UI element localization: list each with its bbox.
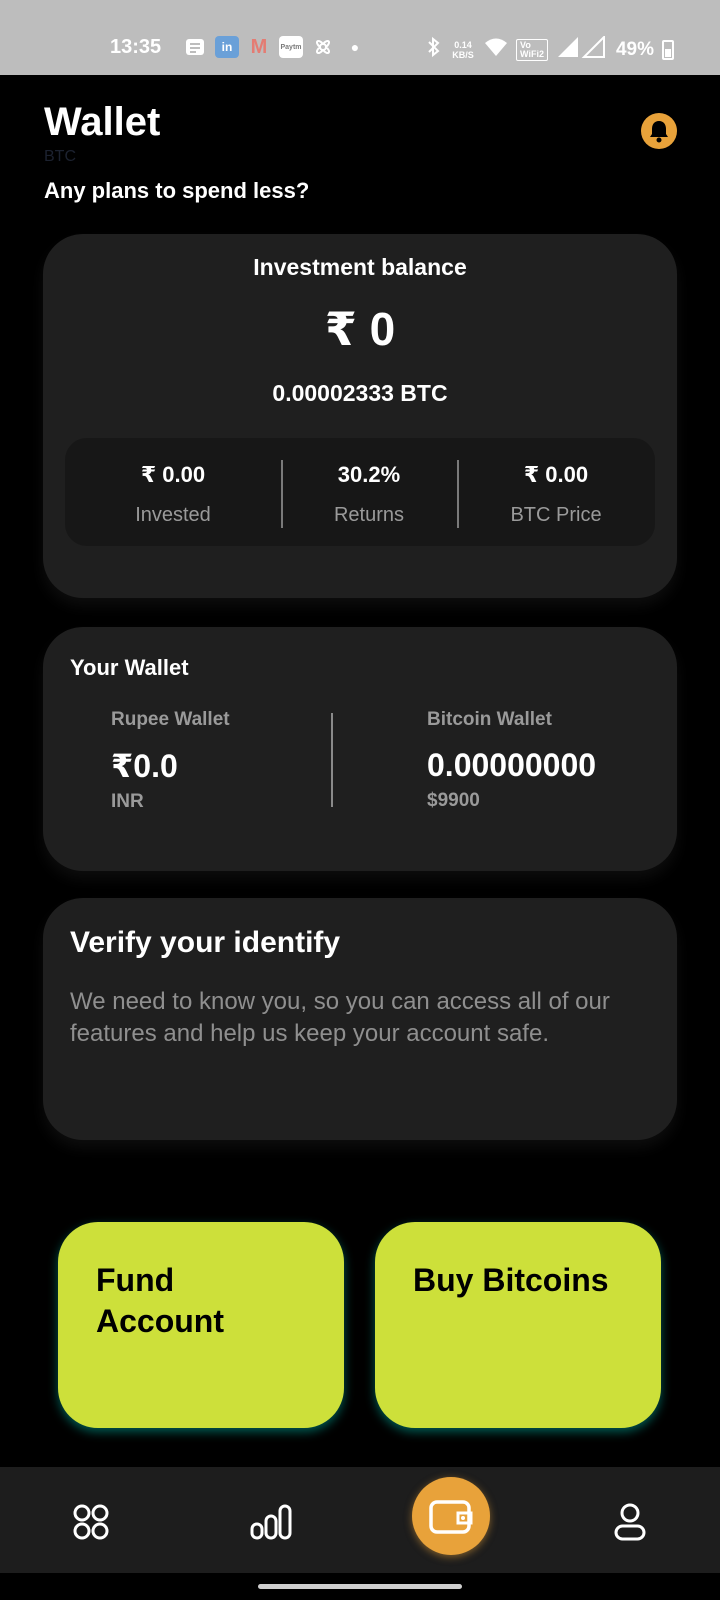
fund-account-label-line1: Fund — [96, 1262, 175, 1298]
nav-profile[interactable] — [605, 1497, 655, 1547]
stat-label: Returns — [333, 504, 405, 526]
stat-label: BTC Price — [510, 504, 602, 526]
buy-bitcoins-label: Buy Bitcoins — [413, 1262, 609, 1298]
volte-icon: Vo WiFi2 — [516, 39, 548, 61]
wallet-icon — [429, 1500, 473, 1534]
battery-icon — [662, 40, 674, 60]
bitcoin-wallet-usd: $9900 — [427, 790, 480, 811]
verify-title: Verify your identify — [70, 926, 341, 959]
messages-icon — [183, 36, 207, 58]
home-grid-icon — [73, 1504, 109, 1540]
paytm-icon: Paytm — [279, 36, 303, 58]
currency-code: BTC — [44, 148, 76, 165]
verify-identity-card[interactable]: Verify your identify We need to know you… — [43, 898, 677, 1140]
status-bar: 13:35 in M Paytm ● 0.14 KB/S Vo WiFi2 49% — [0, 0, 720, 75]
system-icons: 0.14 KB/S Vo WiFi2 49% — [426, 34, 674, 64]
fund-account-label-line2: Account — [96, 1303, 224, 1339]
home-indicator[interactable] — [258, 1584, 462, 1589]
linkedin-icon: in — [215, 36, 239, 58]
notification-bell-button[interactable] — [641, 113, 677, 149]
dot-icon: ● — [350, 39, 360, 55]
nav-home[interactable] — [66, 1497, 116, 1547]
stat-invested: ₹ 0.00 Invested — [65, 438, 281, 546]
balance-btc: 0.00002333 BTC — [272, 380, 448, 406]
investment-balance-card: Investment balance ₹ 0 0.00002333 BTC ₹ … — [43, 234, 677, 598]
bluetooth-icon — [426, 36, 442, 64]
fund-account-button[interactable]: Fund Account — [58, 1222, 344, 1428]
nav-wallet[interactable] — [412, 1477, 490, 1555]
rupee-wallet-label: Rupee Wallet — [111, 709, 230, 730]
nav-stats[interactable] — [246, 1497, 296, 1547]
bottom-navigation — [0, 1467, 720, 1573]
profile-icon — [614, 1503, 646, 1541]
bitcoin-wallet-value: 0.00000000 — [427, 747, 597, 783]
gmail-icon: M — [250, 35, 268, 58]
network-speed: 0.14 KB/S — [452, 40, 474, 60]
bitcoin-wallet-label: Bitcoin Wallet — [427, 709, 552, 730]
tagline: Any plans to spend less? — [44, 178, 310, 203]
balance-value: ₹ 0 — [324, 303, 396, 355]
your-wallet-card[interactable]: Your Wallet Rupee Wallet ₹0.0 INR Bitcoi… — [43, 627, 677, 871]
balance-stats: ₹ 0.00 Invested 30.2% Returns ₹ 0.00 BTC… — [65, 438, 655, 546]
wallet-divider — [331, 713, 333, 807]
notification-icons: in M Paytm ● — [183, 36, 367, 58]
balance-label: Investment balance — [253, 254, 467, 280]
buy-bitcoins-button[interactable]: Buy Bitcoins — [375, 1222, 661, 1428]
stat-value: ₹ 0.00 — [523, 462, 589, 487]
signal-icon — [556, 34, 608, 64]
rupee-wallet-currency: INR — [111, 791, 144, 812]
page-title: Wallet — [44, 100, 161, 144]
rupee-wallet-value: ₹0.0 — [111, 748, 178, 784]
rupee-wallet[interactable]: Rupee Wallet ₹0.0 INR — [111, 709, 230, 813]
verify-description: We need to know you, so you can access a… — [70, 988, 610, 1047]
bitcoin-wallet[interactable]: Bitcoin Wallet 0.00000000 $9900 — [427, 709, 596, 812]
status-time: 13:35 — [110, 36, 162, 58]
bell-icon — [650, 121, 668, 143]
battery-percent: 49% — [615, 39, 654, 60]
wallet-title: Your Wallet — [70, 655, 189, 680]
stats-icon — [250, 1504, 292, 1540]
stat-value: ₹ 0.00 — [140, 462, 206, 487]
stat-returns: 30.2% Returns — [281, 438, 457, 546]
stat-label: Invested — [135, 504, 211, 526]
stat-value: 30.2% — [337, 462, 401, 487]
wifi-icon — [484, 37, 508, 63]
pinwheel-icon — [311, 36, 335, 58]
stat-btc-price: ₹ 0.00 BTC Price — [457, 438, 655, 546]
